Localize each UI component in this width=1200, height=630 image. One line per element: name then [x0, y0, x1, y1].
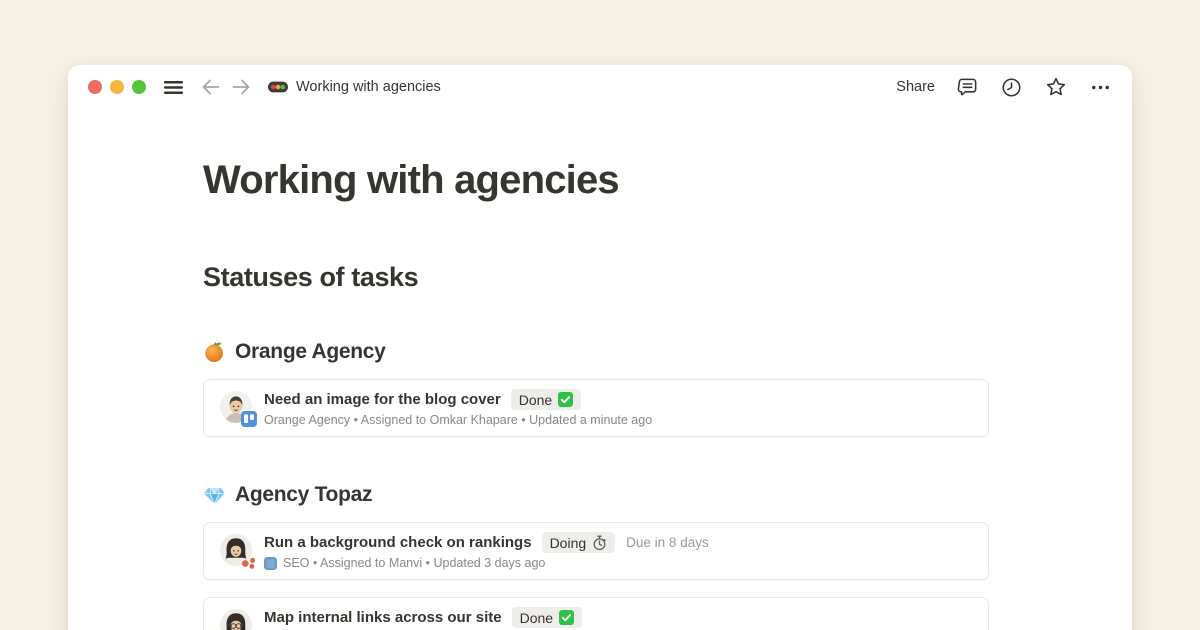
page-background: { "colors": { "page_background": "#f7f1e… — [0, 0, 1200, 630]
titlebar-actions: Share — [896, 75, 1112, 99]
forward-arrow-icon[interactable] — [229, 75, 253, 99]
group-name: Agency Topaz — [235, 480, 372, 509]
task-list-agency-topaz: Run a background check on rankings Doing — [203, 522, 989, 630]
task-card[interactable]: Run a background check on rankings Doing — [203, 522, 989, 580]
blue-board-badge-icon — [241, 411, 257, 427]
green-check-icon — [559, 610, 574, 625]
stopwatch-icon — [592, 535, 607, 551]
page-title: Working with agencies — [203, 156, 989, 204]
green-check-icon — [558, 392, 573, 407]
breadcrumb[interactable]: Working with agencies — [267, 76, 441, 98]
titlebar: Working with agencies Share — [68, 65, 1132, 109]
breadcrumb-title: Working with agencies — [296, 79, 441, 95]
app-window: Working with agencies Share — [68, 65, 1132, 630]
comments-icon[interactable] — [956, 76, 979, 99]
red-dots-badge-icon — [241, 554, 257, 570]
group-name: Orange Agency — [235, 337, 386, 366]
tangerine-emoji-icon — [203, 340, 226, 363]
task-title: Map internal links across our site — [264, 609, 502, 626]
page-content: Working with agencies Statuses of tasks — [68, 156, 989, 630]
task-list-orange-agency: Need an image for the blog cover Done — [203, 379, 989, 437]
status-badge[interactable]: Done — [511, 389, 581, 410]
status-label: Done — [520, 610, 553, 626]
window-controls — [88, 80, 146, 94]
task-card[interactable]: Map internal links across our site Done — [203, 597, 989, 630]
status-label: Done — [519, 392, 552, 408]
nav-arrows — [199, 75, 253, 99]
assignee-avatar — [220, 609, 254, 630]
share-button[interactable]: Share — [896, 79, 935, 95]
traffic-light-page-icon — [267, 76, 289, 98]
blue-database-square-icon — [264, 557, 277, 570]
status-label: Doing — [550, 535, 587, 551]
task-card[interactable]: Need an image for the blog cover Done — [203, 379, 989, 437]
due-date-text: Due in 8 days — [626, 535, 709, 550]
assignee-avatar — [220, 391, 254, 425]
task-card-text: Need an image for the blog cover Done — [264, 389, 652, 427]
back-arrow-icon[interactable] — [199, 75, 223, 99]
status-badge[interactable]: Done — [512, 607, 582, 628]
task-title: Need an image for the blog cover — [264, 391, 501, 408]
group-heading-agency-topaz: Agency Topaz — [203, 480, 989, 509]
close-window-button[interactable] — [88, 80, 102, 94]
woman-glasses-avatar-illustration — [220, 609, 252, 630]
more-ellipsis-icon[interactable] — [1089, 76, 1112, 99]
task-card-text: Run a background check on rankings Doing — [264, 532, 709, 570]
zoom-window-button[interactable] — [132, 80, 146, 94]
gem-emoji-icon — [203, 483, 226, 506]
updates-clock-icon[interactable] — [1000, 76, 1023, 99]
minimize-window-button[interactable] — [110, 80, 124, 94]
menu-icon[interactable] — [162, 76, 185, 99]
favorite-star-icon[interactable] — [1044, 75, 1068, 99]
group-heading-orange-agency: Orange Agency — [203, 337, 989, 366]
status-badge[interactable]: Doing — [542, 532, 616, 553]
task-meta: Orange Agency • Assigned to Omkar Khapar… — [264, 413, 652, 427]
assignee-avatar — [220, 534, 254, 568]
task-card-text: Map internal links across our site Done — [264, 607, 582, 630]
task-meta: SEO • Assigned to Manvi • Updated 3 days… — [283, 556, 545, 570]
section-title: Statuses of tasks — [203, 260, 989, 294]
task-title: Run a background check on rankings — [264, 534, 532, 551]
